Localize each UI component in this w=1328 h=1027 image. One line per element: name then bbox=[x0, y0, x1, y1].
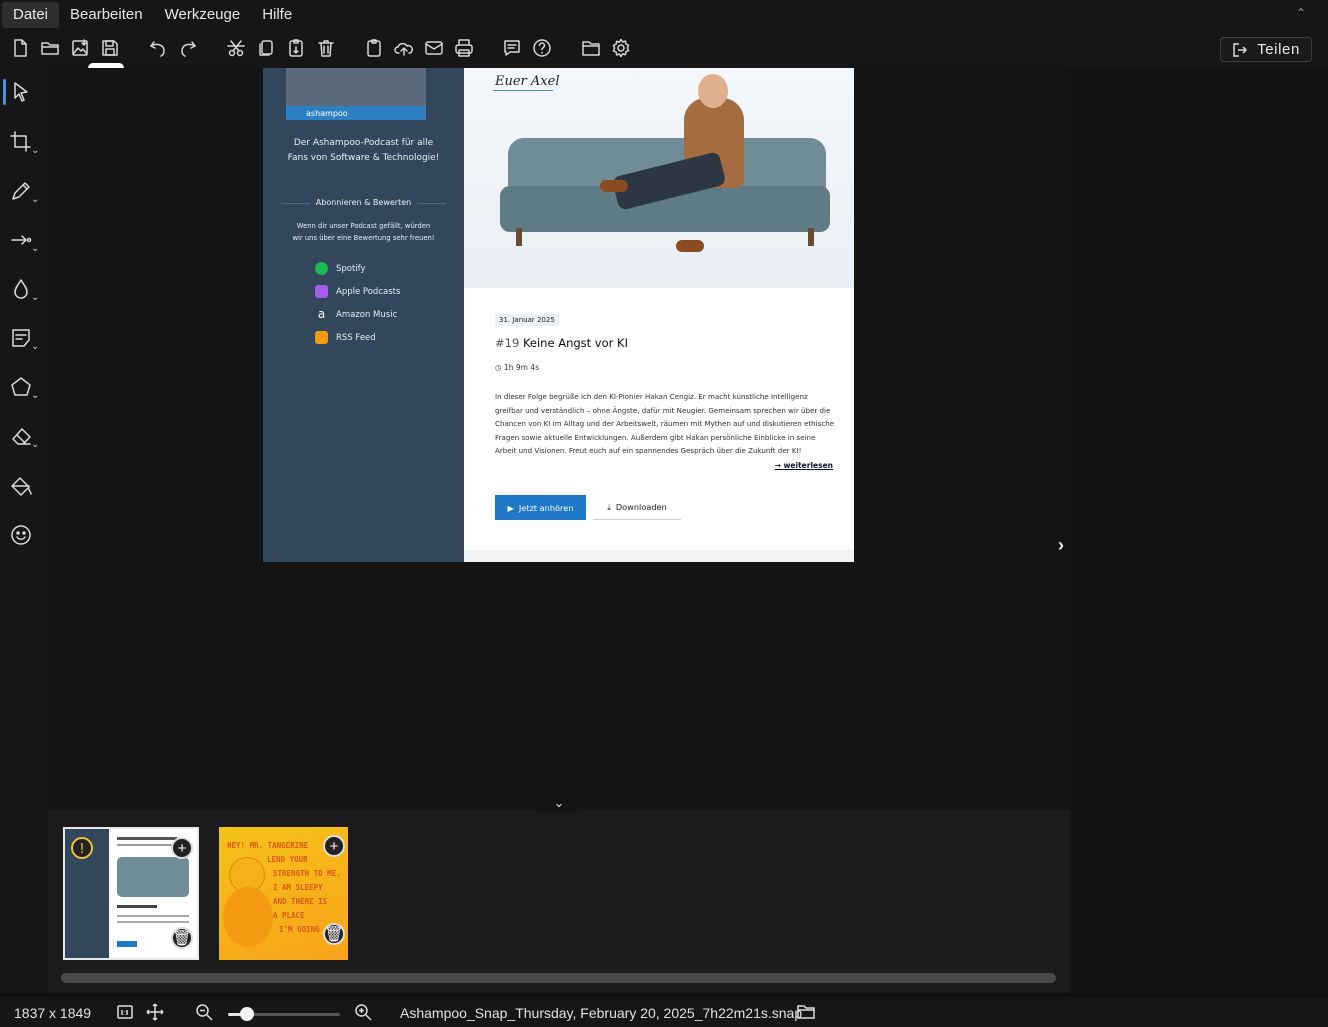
tagline-line-2: Fans von Software & Technologie! bbox=[287, 153, 440, 163]
cut-icon[interactable] bbox=[226, 38, 248, 60]
hero-photo bbox=[464, 68, 854, 288]
thumbnail-2[interactable]: HEY! MR. TANGERINE LEND YOUR STRENGTH TO… bbox=[219, 827, 348, 960]
zoom-out-icon[interactable] bbox=[195, 1003, 213, 1021]
warning-icon: ! bbox=[71, 837, 93, 859]
play-icon: ▶ bbox=[507, 502, 514, 513]
paste-icon[interactable] bbox=[286, 38, 308, 60]
image-dimensions: 1837 x 1849 bbox=[14, 1005, 92, 1021]
print-icon[interactable] bbox=[454, 38, 476, 60]
podcast-cover-image: ashampoo bbox=[286, 68, 426, 120]
menu-bar: Datei Bearbeiten Werkzeuge Hilfe ⌃ bbox=[0, 0, 1328, 30]
brand-logo: ashampoo bbox=[306, 109, 348, 118]
tool-sidebar: ⌄ ⌄ ⌄ ⌄ ⌄ ⌄ ⌄ bbox=[0, 68, 48, 993]
new-file-icon[interactable] bbox=[10, 38, 32, 60]
copy-icon[interactable] bbox=[256, 38, 278, 60]
filmstrip-panel bbox=[48, 810, 1070, 993]
apple-podcasts-icon bbox=[315, 285, 328, 298]
listen-now-button[interactable]: ▶ Jetzt anhören bbox=[495, 495, 586, 520]
captured-image[interactable]: ashampoo Der Ashampoo-Podcast für alle F… bbox=[263, 68, 854, 562]
delete-icon[interactable] bbox=[316, 38, 338, 60]
collapse-filmstrip-icon[interactable]: ⌄ bbox=[539, 794, 579, 812]
signature: Euer Axel bbox=[495, 74, 560, 89]
comment-icon[interactable] bbox=[502, 38, 524, 60]
menu-hilfe[interactable]: Hilfe bbox=[251, 2, 303, 28]
settings-icon[interactable] bbox=[611, 38, 633, 60]
file-name: Ashampoo_Snap_Thursday, February 20, 202… bbox=[400, 1005, 803, 1021]
save-image-icon[interactable] bbox=[70, 38, 92, 60]
amazon-icon: a bbox=[317, 307, 326, 321]
capture-sidebar: ashampoo Der Ashampoo-Podcast für alle F… bbox=[263, 68, 464, 562]
menu-bearbeiten[interactable]: Bearbeiten bbox=[59, 2, 154, 28]
rss-feed-link[interactable]: RSS Feed bbox=[315, 331, 376, 344]
subscribe-text-2: wir uns über eine Bewertung sehr freuen! bbox=[292, 234, 435, 242]
read-more-link[interactable]: → weiterlesen bbox=[775, 461, 833, 470]
right-panel bbox=[1070, 68, 1328, 993]
episode-title: #19 Keine Angst vor KI bbox=[495, 336, 628, 350]
clipboard-icon[interactable] bbox=[364, 38, 386, 60]
episode-date: 31. Januar 2025 bbox=[495, 314, 559, 326]
text-tool-icon[interactable]: ⌄ bbox=[10, 327, 44, 355]
select-tool-icon[interactable] bbox=[10, 81, 44, 109]
undo-icon[interactable] bbox=[148, 38, 170, 60]
trash-icon[interactable]: 🗑 bbox=[323, 923, 345, 945]
menu-datei[interactable]: Datei bbox=[2, 2, 60, 28]
cloud-upload-icon[interactable] bbox=[394, 38, 416, 60]
open-file-location-icon[interactable] bbox=[797, 1003, 815, 1021]
open-folder-icon[interactable] bbox=[40, 38, 62, 60]
expand-right-panel-icon[interactable]: › bbox=[1058, 535, 1064, 556]
amazon-music-link[interactable]: a Amazon Music bbox=[315, 308, 397, 321]
help-icon[interactable] bbox=[532, 38, 554, 60]
zoom-slider-handle[interactable] bbox=[240, 1007, 255, 1021]
share-label: Teilen bbox=[1257, 41, 1300, 58]
zoom-in-icon[interactable] bbox=[354, 1003, 372, 1021]
rss-icon bbox=[315, 331, 328, 344]
arrow-tool-icon[interactable]: ⌄ bbox=[10, 229, 44, 257]
shape-tool-icon[interactable]: ⌄ bbox=[10, 376, 44, 404]
tagline-line-1: Der Ashampoo-Podcast für alle bbox=[293, 138, 434, 148]
apple-podcasts-link[interactable]: Apple Podcasts bbox=[315, 285, 400, 298]
save-icon[interactable] bbox=[100, 38, 122, 60]
crop-tool-icon[interactable]: ⌄ bbox=[10, 131, 44, 159]
episode-panel: Euer Axel 31. Januar 2025 #19 Keine Angs… bbox=[464, 68, 854, 562]
pen-tool-icon[interactable]: ⌄ bbox=[10, 180, 44, 208]
fit-to-window-icon[interactable] bbox=[146, 1003, 164, 1021]
folder-icon[interactable] bbox=[581, 38, 603, 60]
collapse-ribbon-icon[interactable]: ⌃ bbox=[1296, 6, 1306, 20]
blur-tool-icon[interactable]: ⌄ bbox=[10, 278, 44, 306]
emoji-tool-icon[interactable] bbox=[10, 524, 44, 552]
clock-icon: ◷ bbox=[495, 363, 502, 372]
share-icon bbox=[1233, 42, 1248, 57]
eraser-tool-icon[interactable]: ⌄ bbox=[10, 425, 44, 453]
spotify-icon bbox=[315, 262, 328, 275]
download-icon: ⤓ bbox=[607, 501, 611, 512]
filmstrip-scrollbar[interactable] bbox=[61, 973, 1056, 983]
episode-description: In dieser Folge begrüße ich den KI-Pioni… bbox=[495, 392, 835, 456]
add-icon[interactable]: + bbox=[171, 837, 193, 859]
add-icon[interactable]: + bbox=[323, 835, 345, 857]
trash-icon[interactable]: 🗑 bbox=[171, 927, 193, 949]
thumbnail-1[interactable]: ! + 🗑 bbox=[63, 827, 199, 960]
actual-size-icon[interactable] bbox=[116, 1003, 134, 1021]
redo-icon[interactable] bbox=[178, 38, 200, 60]
toolbar: Teilen bbox=[0, 30, 1328, 68]
status-bar: 1837 x 1849 Ashampoo_Snap_Thursday, Febr… bbox=[0, 997, 1328, 1027]
subscribe-heading: Abonnieren & Bewerten bbox=[309, 198, 418, 207]
fill-tool-icon[interactable] bbox=[10, 475, 44, 503]
mail-icon[interactable] bbox=[424, 38, 446, 60]
menu-werkzeuge[interactable]: Werkzeuge bbox=[154, 2, 252, 28]
episode-duration: ◷ 1h 9m 4s bbox=[495, 363, 539, 372]
active-tool-indicator bbox=[3, 79, 6, 105]
subscribe-text-1: Wenn dir unser Podcast gefällt, würden bbox=[296, 222, 431, 230]
download-button[interactable]: ⤓ Downloaden bbox=[593, 495, 681, 520]
share-button[interactable]: Teilen bbox=[1220, 37, 1312, 62]
spotify-link[interactable]: Spotify bbox=[315, 262, 366, 275]
